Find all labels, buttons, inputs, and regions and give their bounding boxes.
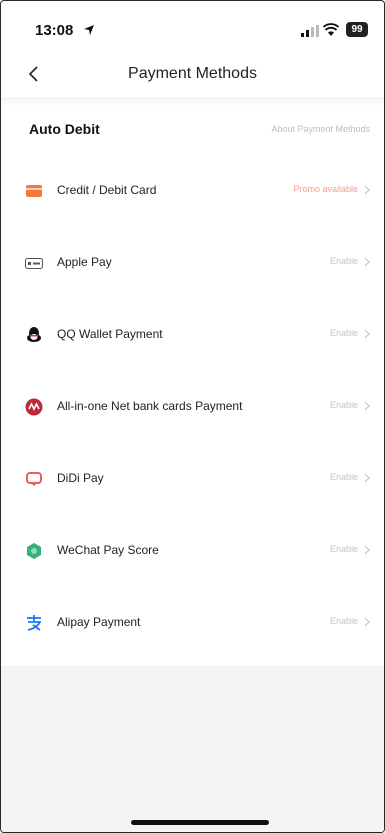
wifi-icon (323, 23, 339, 36)
battery-indicator: 99 (346, 22, 368, 37)
payment-method-didi-pay[interactable]: DiDi Pay Enable (1, 444, 384, 516)
cellular-signal-icon (301, 25, 319, 37)
payment-method-apple-pay[interactable]: Apple Pay Enable (1, 228, 384, 300)
location-arrow-icon (84, 25, 94, 35)
payment-method-action[interactable]: Enable (330, 328, 358, 338)
payment-method-label: QQ Wallet Payment (57, 327, 163, 341)
payment-method-label: All-in-one Net bank cards Payment (57, 399, 243, 413)
payment-method-action[interactable]: Enable (330, 400, 358, 410)
payment-method-netbank[interactable]: All-in-one Net bank cards Payment Enable (1, 372, 384, 444)
payment-method-action[interactable]: Enable (330, 544, 358, 554)
payment-method-label: WeChat Pay Score (57, 543, 159, 557)
chevron-right-icon (364, 257, 370, 267)
chevron-right-icon (364, 473, 370, 483)
page-title: Payment Methods (128, 65, 257, 82)
qq-penguin-icon (27, 327, 41, 342)
apple-pay-icon (25, 258, 43, 269)
chevron-right-icon (364, 185, 370, 195)
chevron-right-icon (364, 617, 370, 627)
netbank-icon (25, 398, 43, 416)
payment-method-alipay[interactable]: Alipay Payment Enable (1, 588, 384, 660)
payment-method-qq-wallet[interactable]: QQ Wallet Payment Enable (1, 300, 384, 372)
navigation-bar: Payment Methods (1, 53, 384, 97)
payment-method-label: Apple Pay (57, 255, 112, 269)
status-bar: 13:08 99 (1, 1, 384, 49)
payment-method-action[interactable]: Promo available (293, 184, 358, 194)
phone-screen: 13:08 99 Payment Methods Auto Debit Abou… (0, 0, 385, 833)
payment-method-action[interactable]: Enable (330, 472, 358, 482)
status-time: 13:08 (35, 22, 74, 39)
payment-method-label: Alipay Payment (57, 615, 141, 629)
payment-method-action[interactable]: Enable (330, 256, 358, 266)
didi-pay-icon (26, 472, 42, 486)
alipay-icon (27, 615, 42, 631)
payment-method-credit-debit-card[interactable]: Credit / Debit Card Promo available (1, 156, 384, 228)
home-indicator[interactable] (131, 820, 269, 825)
chevron-right-icon (364, 401, 370, 411)
section-title: Auto Debit (29, 121, 100, 137)
wechat-pay-score-icon (27, 543, 41, 559)
nav-divider (1, 97, 384, 105)
chevron-right-icon (364, 329, 370, 339)
payment-method-label: Credit / Debit Card (57, 183, 157, 197)
auto-debit-header: Auto Debit About Payment Methods (1, 105, 384, 153)
chevron-right-icon (364, 545, 370, 555)
about-payment-methods-link[interactable]: About Payment Methods (271, 124, 370, 134)
empty-footer-area (1, 666, 384, 832)
payment-method-wechat-pay-score[interactable]: WeChat Pay Score Enable (1, 516, 384, 588)
credit-card-icon (26, 185, 42, 197)
payment-method-label: DiDi Pay (57, 471, 104, 485)
payment-method-action[interactable]: Enable (330, 616, 358, 626)
